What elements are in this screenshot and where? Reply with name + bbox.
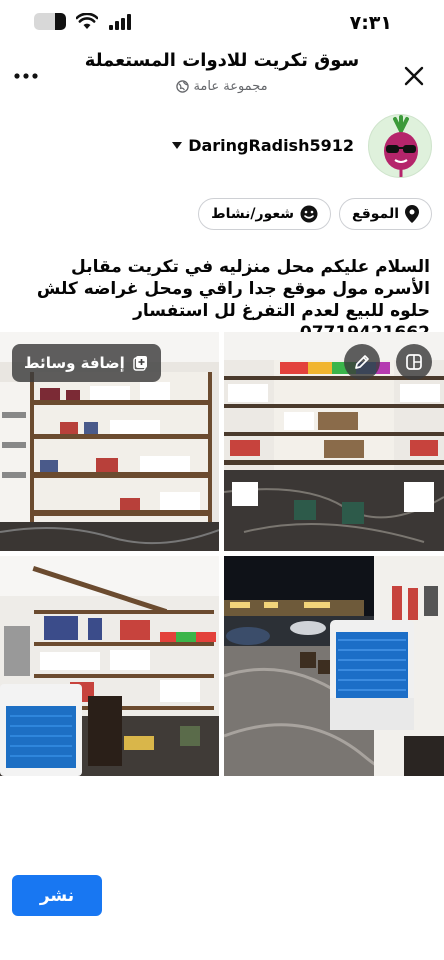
feeling-chip[interactable]: شعور/نشاط <box>198 198 332 230</box>
close-button[interactable] <box>396 58 432 94</box>
location-pin-icon <box>405 205 419 223</box>
post-option-chips: الموقع شعور/نشاط <box>198 198 432 230</box>
post-text-input[interactable]: السلام عليكم محل منزليه في تكريت مقابل ا… <box>10 256 430 344</box>
author-name: DaringRadish5912 <box>188 136 354 155</box>
close-icon <box>404 66 424 86</box>
author-row: DaringRadish5912 <box>12 114 432 178</box>
group-title: سوق تكريت للادوات المستعملة <box>84 50 360 71</box>
more-options-button[interactable] <box>8 60 44 92</box>
layout-icon <box>406 354 422 370</box>
media-grid: إضافة وسائط <box>0 332 444 776</box>
composer-header: سوق تكريت للادوات المستعملة مجموعة عامة <box>0 44 444 108</box>
status-icons <box>34 13 134 30</box>
add-media-button[interactable]: إضافة وسائط <box>12 344 161 382</box>
caret-down-icon <box>172 142 183 149</box>
photo-3[interactable] <box>0 556 219 776</box>
layout-button[interactable] <box>396 344 432 380</box>
wifi-icon <box>76 13 98 29</box>
signal-icon <box>109 13 131 30</box>
radish-avatar-icon <box>384 115 418 177</box>
status-bar: ٧:٣١ <box>0 0 444 44</box>
more-icon <box>14 73 38 79</box>
photo-1[interactable]: إضافة وسائط <box>0 332 219 551</box>
status-time: ٧:٣١ <box>349 12 392 34</box>
feeling-label: شعور/نشاط <box>211 206 295 222</box>
globe-icon <box>176 80 190 93</box>
avatar[interactable] <box>368 114 432 178</box>
author-name-selector[interactable]: DaringRadish5912 <box>172 136 354 155</box>
group-privacy-label: مجموعة عامة <box>193 79 268 94</box>
photo-4[interactable] <box>224 556 444 776</box>
group-privacy: مجموعة عامة <box>60 79 384 94</box>
smiley-icon <box>300 205 318 223</box>
location-chip[interactable]: الموقع <box>339 198 432 230</box>
location-label: الموقع <box>352 206 399 222</box>
add-media-icon <box>133 356 147 371</box>
pencil-icon <box>355 355 369 369</box>
add-media-label: إضافة وسائط <box>24 354 125 372</box>
battery-icon <box>34 13 66 30</box>
publish-button[interactable]: نشر <box>12 875 102 916</box>
photo-2[interactable] <box>224 332 444 551</box>
edit-button[interactable] <box>344 344 380 380</box>
